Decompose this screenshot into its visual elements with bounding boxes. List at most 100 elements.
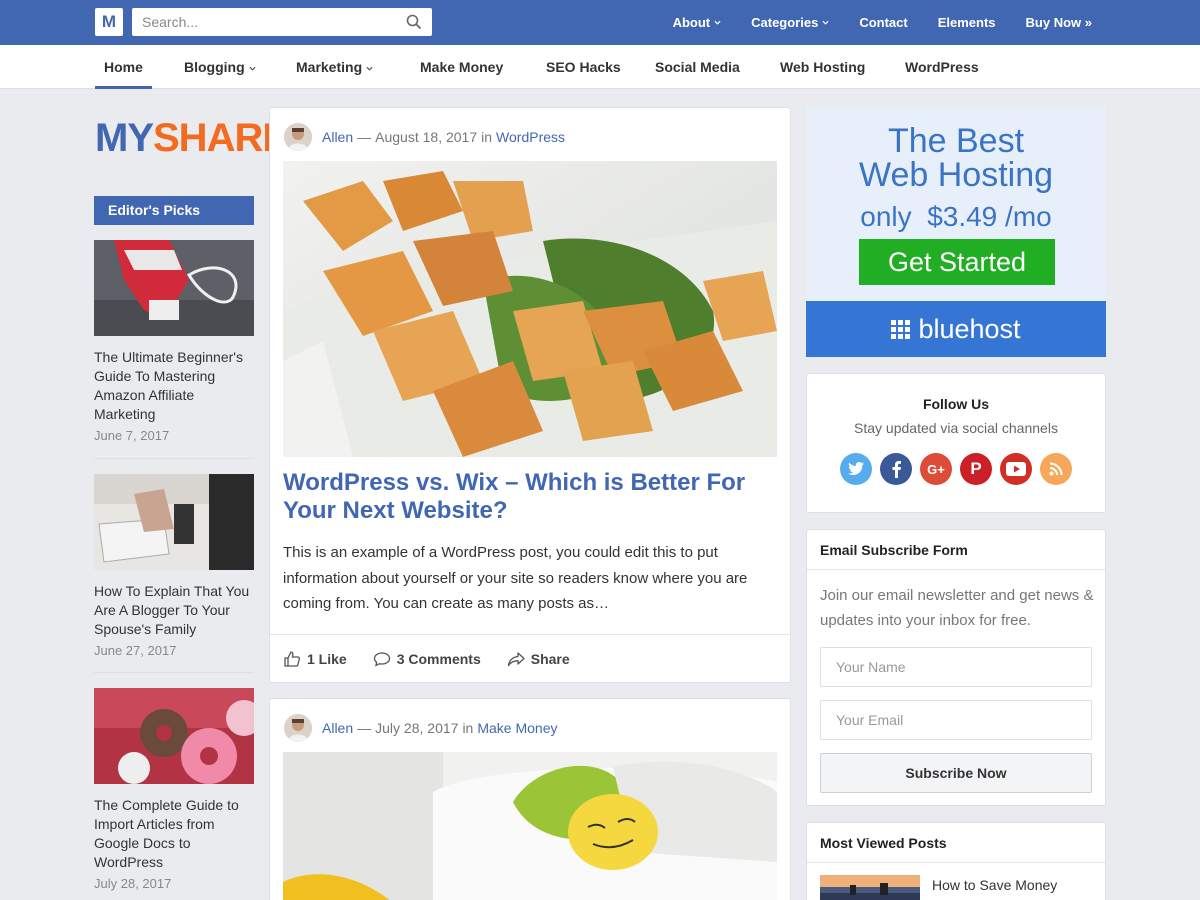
brand-logo[interactable]: MYSHARE [95,114,289,162]
nav-make-money[interactable]: Make Money [420,45,503,89]
nav-wordpress[interactable]: WordPress [905,45,979,89]
post-meta: Allen — August 18, 2017 in WordPress [284,122,565,152]
share-icon [507,651,525,666]
subscribe-description: Join our email newsletter and get news &… [820,587,1094,629]
divider [94,672,254,673]
most-viewed-item[interactable]: How to Save Money [820,875,1057,900]
topnav-contact[interactable]: Contact [829,15,907,30]
follow-us-widget: Follow Us Stay updated via social channe… [806,373,1106,513]
nav-label: WordPress [905,59,979,75]
comments-button[interactable]: 3 Comments [373,650,481,668]
post-category[interactable]: WordPress [496,129,565,145]
widget-title: Follow Us [922,396,990,412]
pick-date: June 27, 2017 [94,643,177,658]
topnav-elements[interactable]: Elements [908,15,996,30]
most-viewed-thumbnail[interactable] [820,875,920,900]
post-date: August 18, 2017 [375,129,478,145]
most-viewed-widget: Most Viewed Posts How to Save Money [806,822,1106,900]
post-title[interactable]: WordPress vs. Wix – Which is Better For … [283,469,777,525]
topnav-label: Buy Now » [1025,15,1092,30]
post-featured-image[interactable] [283,161,777,457]
pick-title[interactable]: The Complete Guide to Import Articles fr… [94,796,254,872]
nav-blogging[interactable]: Blogging [184,45,256,89]
post-author[interactable]: Allen [322,720,353,736]
comment-count: 3 Comments [396,650,481,667]
pinterest-icon[interactable]: P [960,453,992,485]
name-field[interactable] [821,648,1091,686]
subscribe-widget: Email Subscribe Form Join our email news… [806,529,1106,806]
brand-part-2: SHARE [153,116,289,160]
pick-thumbnail[interactable] [94,688,254,784]
post-date: July 28, 2017 [375,720,459,736]
chevron-down-icon [714,20,721,25]
meta-separator: — [357,720,372,736]
bluehost-logo-icon [891,319,911,339]
twitter-icon[interactable] [840,453,872,485]
get-started-button[interactable]: Get Started [859,239,1055,285]
topnav-label: Elements [937,15,996,30]
topnav-about[interactable]: About [673,15,722,30]
most-viewed-title[interactable]: How to Save Money [932,875,1057,900]
post-excerpt: This is an example of a WordPress post, … [283,544,748,612]
avatar[interactable] [284,123,312,151]
ad-headline-2: Web Hosting [858,156,1054,194]
pick-date: June 7, 2017 [94,428,170,443]
post-meta: Allen — July 28, 2017 in Make Money [284,713,558,743]
pick-title[interactable]: The Ultimate Beginner's Guide To Masteri… [94,348,254,424]
post-card: Allen — August 18, 2017 in WordPress Wor… [269,107,791,683]
bluehost-bar: bluehost [806,301,1106,357]
name-field-wrapper [820,647,1092,687]
top-bar: M About Categories Contact Elements Buy … [0,0,1200,45]
nav-label: Make Money [420,59,504,75]
comment-icon [373,651,390,667]
topnav-buy-now[interactable]: Buy Now » [996,15,1092,30]
pick-item[interactable]: How To Explain That You Are A Blogger To… [94,474,254,673]
like-count: 1 Like [307,650,347,667]
pick-title[interactable]: How To Explain That You Are A Blogger To… [94,582,254,639]
meta-in-label: in [481,129,493,145]
widget-subtitle: Stay updated via social channels [854,420,1058,436]
avatar[interactable] [284,714,312,742]
topnav-label: About [672,15,711,30]
topnav-categories[interactable]: Categories [721,15,829,30]
post-card: Allen — July 28, 2017 in Make Money [269,698,791,900]
like-button[interactable]: 1 Like [283,650,347,668]
subscribe-button[interactable]: Subscribe Now [820,753,1092,793]
divider [94,458,254,459]
nav-home[interactable]: Home [95,45,152,89]
chevron-down-icon [822,20,829,25]
widget-title: Most Viewed Posts [807,823,1105,863]
pick-thumbnail[interactable] [94,474,254,570]
meta-separator: — [357,129,372,145]
post-author[interactable]: Allen [322,129,353,145]
rss-icon[interactable] [1040,453,1072,485]
email-field[interactable] [821,701,1091,739]
pick-item[interactable]: The Complete Guide to Import Articles fr… [94,688,254,891]
nav-web-hosting[interactable]: Web Hosting [780,45,865,89]
site-logo[interactable]: M [95,8,123,36]
nav-social-media[interactable]: Social Media [655,45,740,89]
search-icon[interactable] [406,14,422,30]
share-button[interactable]: Share [507,650,570,668]
nav-label: Home [104,59,143,75]
nav-label: SEO Hacks [546,59,621,75]
post-actions: 1 Like 3 Comments Share [270,634,790,682]
search-box [132,8,432,36]
youtube-icon[interactable] [1000,453,1032,485]
post-featured-image[interactable] [283,752,777,900]
post-category[interactable]: Make Money [477,720,557,736]
topnav-label: Contact [859,15,908,30]
category-nav: Home Blogging Marketing Make Money SEO H… [0,45,1200,89]
widget-title: Email Subscribe Form [807,530,1105,570]
google-plus-icon[interactable]: G+ [920,453,952,485]
facebook-icon[interactable] [880,453,912,485]
bluehost-ad[interactable]: The Best Web Hosting only $3.49 /mo Get … [806,107,1106,357]
nav-label: Web Hosting [780,59,866,75]
search-input[interactable] [132,8,387,36]
pick-thumbnail[interactable] [94,240,254,336]
pick-item[interactable]: The Ultimate Beginner's Guide To Masteri… [94,240,254,459]
email-field-wrapper [820,700,1092,740]
nav-marketing[interactable]: Marketing [296,45,373,89]
nav-seo-hacks[interactable]: SEO Hacks [546,45,621,89]
top-nav: About Categories Contact Elements Buy No… [673,0,1092,45]
